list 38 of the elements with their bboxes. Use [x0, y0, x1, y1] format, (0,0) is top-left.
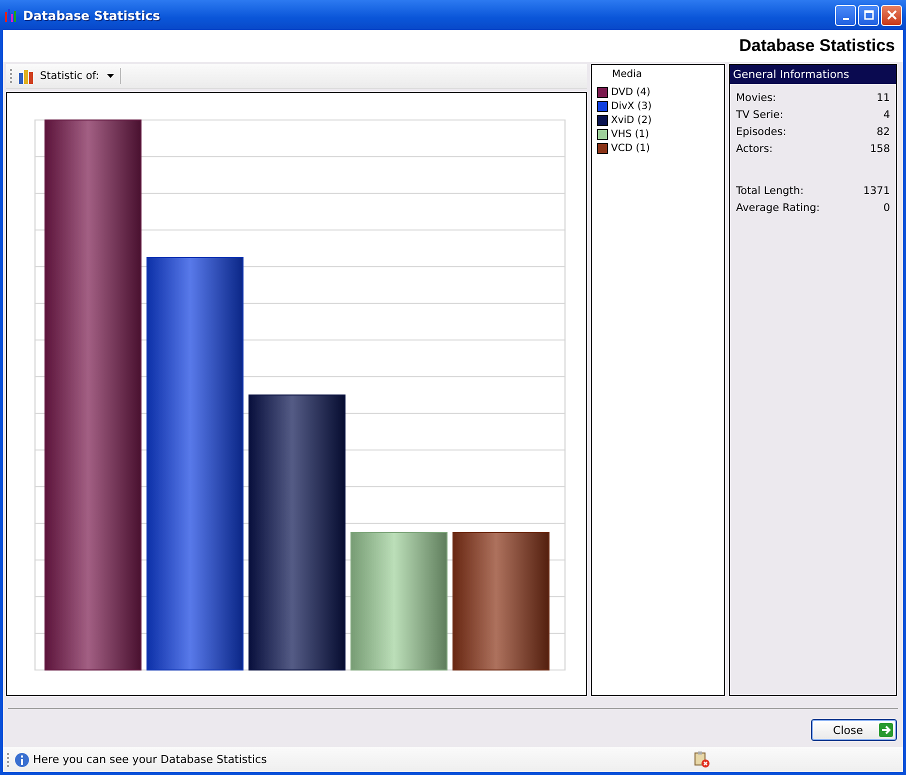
info-label: TV Serie: [736, 109, 784, 121]
minimize-button[interactable] [835, 4, 856, 26]
status-text: Here you can see your Database Statistics [33, 753, 267, 766]
maximize-button[interactable] [858, 4, 879, 26]
clipboard-error-icon [694, 751, 710, 768]
info-value: 1371 [863, 185, 890, 197]
grip-icon [7, 752, 11, 766]
books-icon [18, 68, 34, 84]
info-label: Average Rating: [736, 202, 820, 214]
legend-label: VHS (1) [611, 129, 650, 140]
page-heading: Database Statistics [739, 36, 895, 56]
info-label: Movies: [736, 92, 776, 104]
arrow-icon [879, 723, 893, 737]
legend-label: DVD (4) [611, 87, 650, 98]
bar-chart-icon [4, 8, 18, 22]
info-value: 0 [883, 202, 890, 214]
maximize-icon [864, 10, 874, 20]
info-value: 11 [876, 92, 890, 104]
statistic-dropdown[interactable]: Statistic of: [38, 70, 116, 82]
info-value: 4 [883, 109, 890, 121]
window-title: Database Statistics [23, 8, 160, 22]
legend-label: XviD (2) [611, 115, 652, 126]
info-value: 82 [876, 126, 890, 138]
legend-label: DivX (3) [611, 101, 652, 112]
grip-icon [10, 69, 14, 83]
info-icon [14, 752, 30, 768]
close-icon [886, 10, 896, 20]
close-button[interactable] [881, 4, 902, 26]
caret-icon [107, 74, 114, 78]
panel-header: General Informations [730, 65, 896, 84]
info-label: Total Length: [736, 185, 804, 197]
minimize-icon [842, 18, 848, 20]
info-value: 158 [870, 143, 890, 155]
info-label: Episodes: [736, 126, 786, 138]
legend-label: VCD (1) [611, 143, 650, 154]
close-dialog-button[interactable]: Close [811, 719, 897, 741]
legend-title: Media [612, 69, 642, 80]
info-label: Actors: [736, 143, 773, 155]
